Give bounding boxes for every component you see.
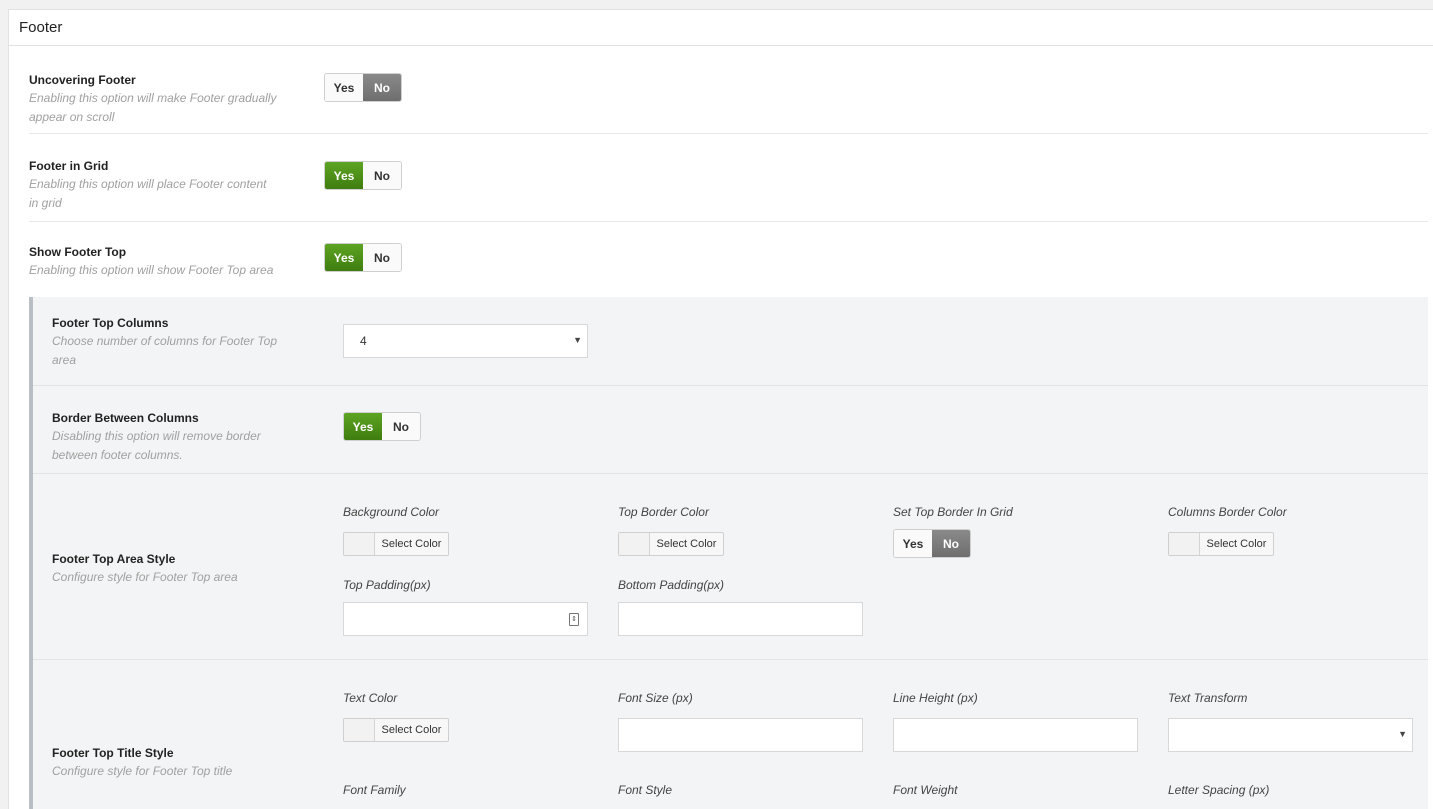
footer-in-grid-title: Footer in Grid — [29, 159, 109, 173]
show-footer-top-desc: Enabling this option will show Footer To… — [29, 263, 274, 277]
footer-top-columns-row: Footer Top Columns Choose number of colu… — [33, 297, 1428, 386]
show-footer-top-toggle[interactable]: Yes No — [324, 243, 402, 272]
uncovering-footer-row: Uncovering Footer Enabling this option w… — [29, 56, 1428, 134]
font-size-input[interactable] — [618, 718, 863, 752]
uncovering-footer-yes[interactable]: Yes — [325, 74, 363, 101]
columns-border-color-label: Columns Border Color — [1168, 505, 1287, 519]
bottom-padding-input[interactable] — [618, 602, 863, 636]
spinner-icon[interactable]: ⇕ — [569, 613, 579, 626]
border-between-columns-title: Border Between Columns — [52, 411, 199, 425]
text-transform-label: Text Transform — [1168, 691, 1248, 705]
uncovering-footer-desc-2: appear on scroll — [29, 110, 115, 124]
footer-top-columns-title: Footer Top Columns — [52, 316, 169, 330]
set-top-border-yes[interactable]: Yes — [894, 530, 932, 557]
chevron-down-icon: ▼ — [1398, 729, 1407, 739]
color-swatch — [344, 719, 375, 741]
footer-top-area-style-row: Footer Top Area Style Configure style fo… — [33, 474, 1428, 660]
font-family-label: Font Family — [343, 783, 406, 797]
uncovering-footer-no[interactable]: No — [363, 74, 401, 101]
set-top-border-toggle[interactable]: Yes No — [893, 529, 971, 558]
uncovering-footer-desc-1: Enabling this option will make Footer gr… — [29, 91, 277, 105]
border-between-columns-desc-2: between footer columns. — [52, 448, 183, 462]
set-top-border-label: Set Top Border In Grid — [893, 505, 1013, 519]
color-swatch — [619, 533, 650, 555]
font-style-label: Font Style — [618, 783, 673, 797]
footer-in-grid-toggle[interactable]: Yes No — [324, 161, 402, 190]
show-footer-top-row: Show Footer Top Enabling this option wil… — [29, 222, 1428, 297]
color-swatch — [1169, 533, 1200, 555]
footer-in-grid-desc-1: Enabling this option will place Footer c… — [29, 177, 267, 191]
columns-border-color-button[interactable]: Select Color — [1168, 532, 1274, 556]
footer-top-area-style-title: Footer Top Area Style — [52, 552, 176, 566]
border-between-columns-yes[interactable]: Yes — [344, 413, 382, 440]
footer-settings-panel: Footer Uncovering Footer Enabling this o… — [8, 9, 1433, 809]
footer-top-subsection: Footer Top Columns Choose number of colu… — [29, 297, 1428, 809]
footer-top-columns-desc-2: area — [52, 353, 77, 367]
footer-top-columns-desc-1: Choose number of columns for Footer Top — [52, 334, 278, 348]
bottom-padding-label: Bottom Padding(px) — [618, 578, 725, 592]
chevron-down-icon: ▼ — [573, 335, 582, 345]
footer-in-grid-row: Footer in Grid Enabling this option will… — [29, 134, 1428, 222]
border-between-columns-toggle[interactable]: Yes No — [343, 412, 421, 441]
top-padding-label: Top Padding(px) — [343, 578, 431, 592]
show-footer-top-yes[interactable]: Yes — [325, 244, 363, 271]
footer-top-title-style-row: Footer Top Title Style Configure style f… — [33, 660, 1428, 809]
set-top-border-no[interactable]: No — [932, 530, 970, 557]
footer-in-grid-no[interactable]: No — [363, 162, 401, 189]
top-padding-input[interactable]: ⇕ — [343, 602, 588, 636]
background-color-button[interactable]: Select Color — [343, 532, 449, 556]
uncovering-footer-toggle[interactable]: Yes No — [324, 73, 402, 102]
footer-top-columns-value: 4 — [360, 334, 367, 348]
color-swatch — [344, 533, 375, 555]
border-between-columns-no[interactable]: No — [382, 413, 420, 440]
uncovering-footer-title: Uncovering Footer — [29, 73, 136, 87]
border-between-columns-row: Border Between Columns Disabling this op… — [33, 386, 1428, 474]
panel-title: Footer — [9, 10, 1433, 46]
line-height-label: Line Height (px) — [893, 691, 978, 705]
background-color-label: Background Color — [343, 505, 440, 519]
font-size-label: Font Size (px) — [618, 691, 693, 705]
footer-top-area-style-desc: Configure style for Footer Top area — [52, 570, 238, 584]
footer-top-title-style-desc: Configure style for Footer Top title — [52, 764, 233, 778]
show-footer-top-no[interactable]: No — [363, 244, 401, 271]
letter-spacing-label: Letter Spacing (px) — [1168, 783, 1270, 797]
footer-top-title-style-title: Footer Top Title Style — [52, 746, 174, 760]
footer-in-grid-yes[interactable]: Yes — [325, 162, 363, 189]
line-height-input[interactable] — [893, 718, 1138, 752]
font-weight-label: Font Weight — [893, 783, 958, 797]
top-border-color-label: Top Border Color — [618, 505, 709, 519]
footer-in-grid-desc-2: in grid — [29, 196, 62, 210]
show-footer-top-title: Show Footer Top — [29, 245, 127, 259]
top-border-color-button[interactable]: Select Color — [618, 532, 724, 556]
text-transform-select[interactable]: ▼ — [1168, 718, 1413, 752]
text-color-button[interactable]: Select Color — [343, 718, 449, 742]
border-between-columns-desc-1: Disabling this option will remove border — [52, 429, 261, 443]
footer-top-columns-select[interactable]: 4 ▼ — [343, 324, 588, 358]
text-color-label: Text Color — [343, 691, 398, 705]
